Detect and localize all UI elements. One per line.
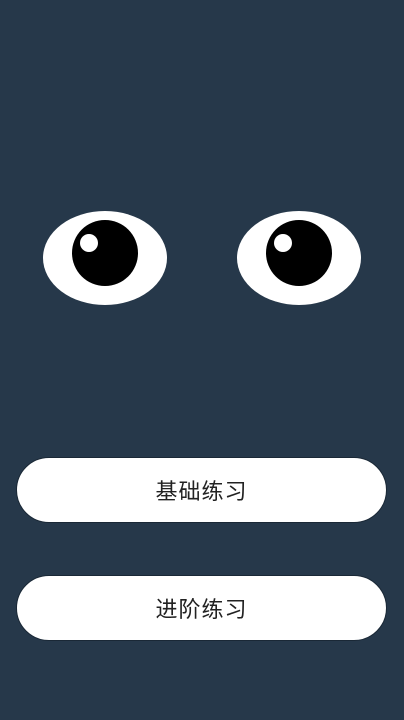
advanced-practice-label: 进阶练习 — [155, 598, 248, 623]
app-screen: 基础练习 进阶练习 — [0, 0, 404, 720]
left-eye-highlight — [80, 234, 98, 252]
basic-practice-button[interactable]: 基础练习 — [16, 457, 387, 523]
left-eye-graphic — [43, 211, 167, 305]
right-eye — [236, 210, 362, 306]
left-eye — [42, 210, 168, 306]
right-eye-highlight — [274, 234, 292, 252]
right-eye-pupil — [266, 220, 332, 286]
basic-practice-label: 基础练习 — [155, 480, 248, 505]
right-eye-graphic — [237, 211, 361, 305]
left-eye-pupil — [72, 220, 138, 286]
advanced-practice-button[interactable]: 进阶练习 — [16, 575, 387, 641]
